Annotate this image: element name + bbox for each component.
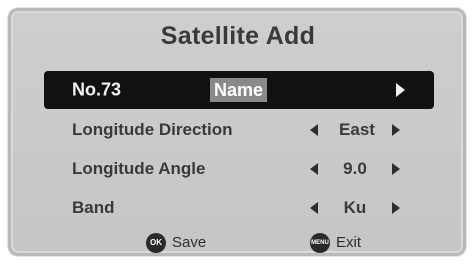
band-label: Band (72, 198, 115, 217)
right-arrow-icon[interactable] (392, 163, 400, 175)
left-arrow-icon[interactable] (310, 124, 318, 136)
left-arrow-icon[interactable] (310, 202, 318, 214)
band-row[interactable]: Band Ku (44, 189, 434, 227)
longitude-direction-value: East (339, 120, 375, 139)
save-button[interactable]: OK Save (146, 232, 206, 254)
longitude-angle-label: Longitude Angle (72, 159, 206, 178)
longitude-angle-value: 9.0 (343, 159, 367, 178)
exit-label: Exit (336, 234, 362, 252)
longitude-angle-row[interactable]: Longitude Angle 9.0 (44, 150, 434, 188)
satellite-name-row[interactable]: No.73 Name (44, 71, 434, 109)
menu-button-icon: MENU (310, 233, 330, 254)
ok-button-icon: OK (146, 233, 166, 254)
longitude-direction-row[interactable]: Longitude Direction East (44, 111, 434, 149)
band-value: Ku (343, 198, 367, 217)
exit-button[interactable]: MENU Exit (310, 232, 361, 254)
save-label: Save (172, 234, 207, 252)
left-arrow-icon[interactable] (310, 163, 318, 175)
longitude-direction-label: Longitude Direction (72, 120, 233, 139)
satellite-name-field[interactable]: Name (210, 78, 268, 102)
right-arrow-icon[interactable] (392, 124, 400, 136)
satellite-number-label: No.73 (72, 79, 122, 100)
right-arrow-icon[interactable] (396, 83, 405, 97)
dialog-title: Satellite Add (160, 22, 316, 50)
right-arrow-icon[interactable] (392, 202, 400, 214)
